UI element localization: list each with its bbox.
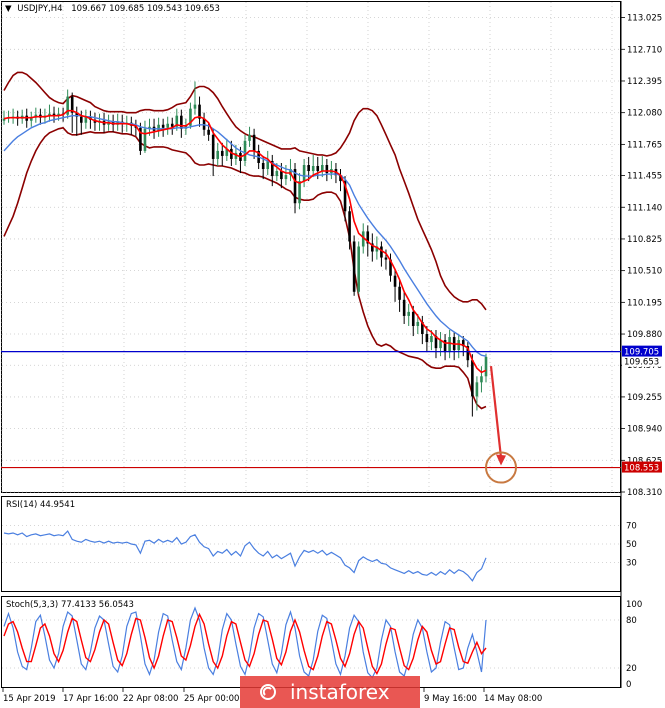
- candle-body: [411, 311, 415, 326]
- stoch-level-label: 20: [626, 664, 637, 674]
- level-tag-red-text: 108.553: [624, 464, 659, 474]
- symbol-title: USDJPY,H4: [17, 4, 62, 14]
- watermark: instaforex: [240, 676, 420, 708]
- stoch-panel: [1, 596, 621, 688]
- candle-body: [352, 241, 356, 292]
- candle-body: [261, 162, 265, 170]
- candle-body: [180, 115, 183, 129]
- candle-body: [243, 140, 247, 161]
- candle-body: [80, 116, 83, 123]
- candle-body: [284, 175, 288, 180]
- candle-body: [325, 164, 329, 174]
- stoch-title: Stoch(5,3,3) 77.4133 56.0543: [6, 600, 134, 610]
- ohlc-values: 109.667 109.685 109.543 109.653: [71, 4, 220, 14]
- candle-body: [321, 164, 324, 172]
- price-tick-label: 112.080: [627, 109, 662, 119]
- candle-body: [475, 382, 479, 397]
- time-tick-label: 22 Apr 08:00: [123, 694, 178, 704]
- stoch-level-label: 100: [626, 600, 642, 610]
- candle-body: [252, 134, 256, 151]
- candle-body: [248, 134, 251, 141]
- rsi-axis: 70 50 30: [626, 522, 637, 569]
- candle-body: [425, 334, 429, 343]
- candle-body: [416, 321, 420, 326]
- candle-body: [275, 171, 279, 177]
- stoch-axis: 100 80 20 0: [626, 600, 642, 690]
- watermark-text: instaforex: [290, 680, 390, 704]
- candle-body: [402, 299, 406, 316]
- time-tick-label: 9 May 16:00: [424, 694, 477, 704]
- rsi-level-label: 50: [626, 540, 637, 550]
- candle-body: [398, 286, 401, 300]
- chart-header: ▼ USDJPY,H4 109.667 109.685 109.543 109.…: [5, 4, 220, 14]
- price-tick-label: 111.140: [627, 203, 662, 213]
- candle-body: [216, 150, 220, 159]
- price-panel: [1, 1, 621, 493]
- candle-body: [348, 211, 351, 242]
- stoch-level-label: 0: [626, 680, 631, 690]
- price-tick-label: 108.940: [627, 425, 662, 435]
- candle-body: [430, 336, 433, 343]
- candle-body: [220, 150, 224, 156]
- candle-body: [393, 275, 397, 287]
- current-price-text: 109.653: [624, 358, 659, 368]
- price-tick-label: 110.510: [627, 267, 662, 277]
- time-tick-label: 25 Apr 00:00: [184, 694, 239, 704]
- candle-body: [480, 376, 483, 383]
- chart-canvas: 113.025 112.710 112.395 112.080 111.765 111.4…: [1, 1, 662, 708]
- rsi-title: RSI(14) 44.9541: [6, 500, 75, 510]
- candle-body: [166, 123, 169, 128]
- price-level-tags: 109.705 109.653 108.553: [622, 345, 662, 474]
- rsi-level-label: 70: [626, 522, 637, 532]
- candle-body: [211, 134, 215, 159]
- candle-body: [384, 257, 388, 260]
- candle-body: [484, 356, 488, 377]
- candle-body: [471, 360, 474, 397]
- collapse-triangle-icon: ▼: [5, 4, 12, 14]
- price-tick-label: 110.825: [627, 235, 662, 245]
- candle-body: [193, 104, 197, 109]
- price-tick-label: 113.025: [627, 14, 662, 24]
- candle-body: [448, 337, 451, 353]
- price-axis: 113.025 112.710 112.395 112.080 111.765 111.4…: [621, 14, 662, 498]
- time-tick-label: 14 May 08:00: [484, 694, 542, 704]
- rsi-level-label: 30: [626, 558, 637, 568]
- candle-body: [316, 166, 320, 172]
- price-tick-label: 111.455: [627, 172, 662, 182]
- price-tick-label: 108.310: [627, 488, 662, 498]
- time-tick-label: 17 Apr 16:00: [63, 694, 118, 704]
- stoch-level-label: 80: [626, 616, 637, 626]
- candle-body: [311, 166, 315, 172]
- candle-body: [302, 164, 306, 182]
- candle-body: [407, 311, 410, 316]
- candle-body: [161, 124, 165, 128]
- price-tick-label: 112.395: [627, 77, 662, 87]
- candle-body: [307, 164, 310, 172]
- price-tick-label: 111.765: [627, 140, 662, 150]
- candle-body: [266, 160, 270, 170]
- candle-body: [207, 129, 210, 135]
- candle-body: [357, 246, 360, 292]
- price-tick-label: 110.195: [627, 298, 662, 308]
- price-tick-label: 109.880: [627, 330, 662, 340]
- time-tick-label: 15 Apr 2019: [3, 694, 56, 704]
- price-tick-label: 109.255: [627, 393, 662, 403]
- candle-body: [298, 181, 301, 204]
- level-tag-blue-text: 109.705: [624, 348, 659, 358]
- candle-body: [143, 128, 147, 151]
- price-tick-label: 112.710: [627, 45, 662, 55]
